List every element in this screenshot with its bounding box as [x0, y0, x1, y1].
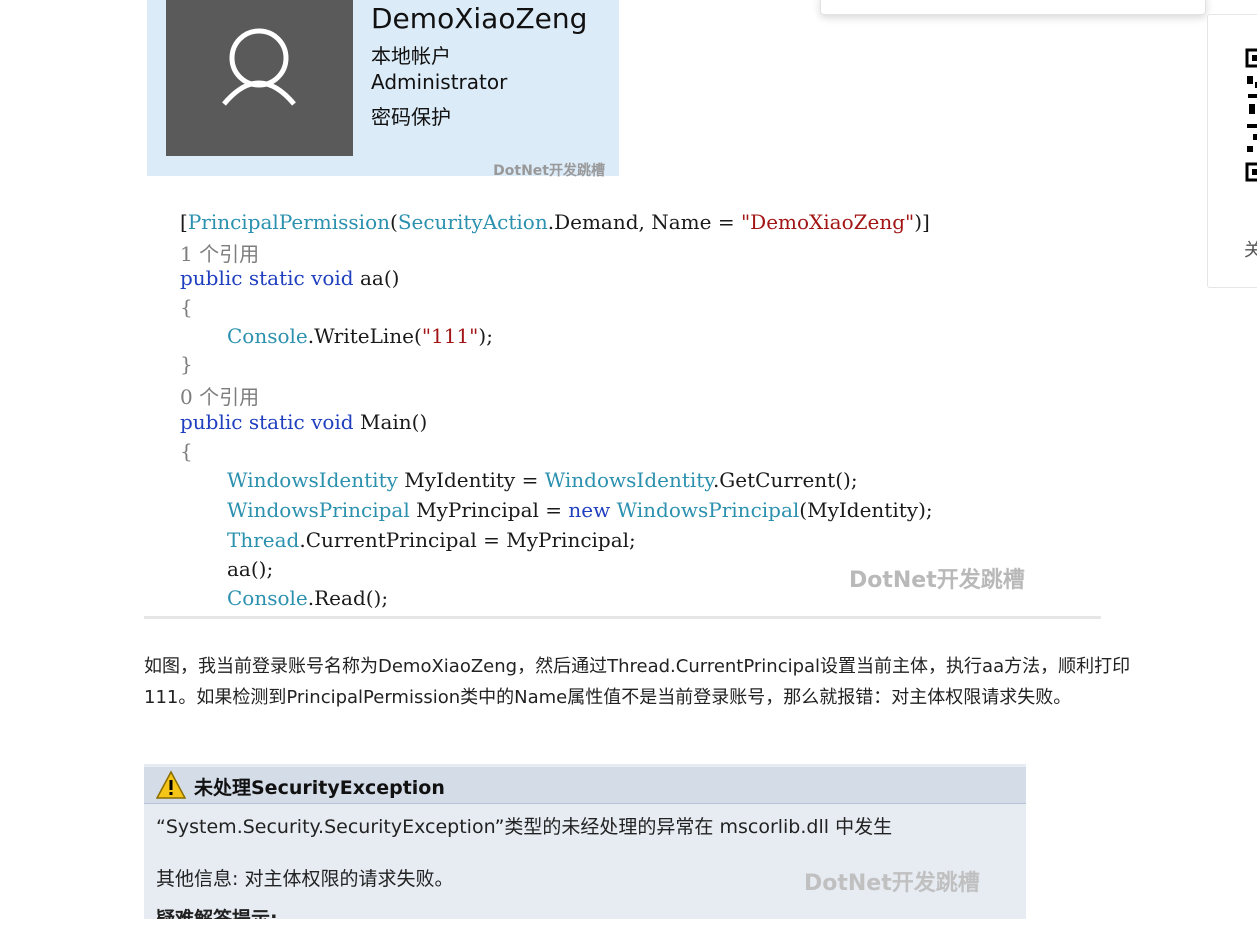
- code-method-main: public static void Main(): [180, 410, 428, 434]
- code-screenshot: [PrincipalPermission(SecurityAction.Dema…: [144, 196, 1101, 619]
- sidebar-text: 关: [1244, 240, 1257, 261]
- qr-code-icon: [1245, 48, 1257, 182]
- code-identity-line: WindowsIdentity MyIdentity = WindowsIden…: [227, 468, 858, 492]
- code-method-aa: public static void aa(): [180, 266, 400, 290]
- account-name: DemoXiaoZeng: [371, 2, 588, 35]
- code-brace: {: [180, 295, 193, 319]
- code-call-aa: aa();: [227, 557, 274, 581]
- code-writeline: Console.WriteLine("111");: [227, 324, 493, 348]
- exception-tips-heading: 疑难解答提示:: [156, 908, 278, 919]
- code-attribute-line: [PrincipalPermission(SecurityAction.Dema…: [180, 210, 930, 234]
- account-card-image: DemoXiaoZeng 本地帐户 Administrator 密码保护 Dot…: [147, 0, 619, 179]
- warning-icon: [156, 770, 186, 799]
- avatar: [166, 0, 353, 156]
- watermark: DotNet开发跳槽: [849, 568, 1025, 593]
- watermark: DotNet开发跳槽: [804, 871, 980, 896]
- code-brace: {: [180, 439, 193, 463]
- watermark: DotNet开发跳槽: [493, 163, 605, 179]
- code-ref-count: 1 个引用: [180, 242, 260, 266]
- exception-info: 其他信息: 对主体权限的请求失败。: [156, 868, 454, 890]
- code-thread-line: Thread.CurrentPrincipal = MyPrincipal;: [227, 528, 636, 552]
- exception-title: 未处理SecurityException: [194, 777, 445, 799]
- account-role: Administrator: [371, 70, 508, 94]
- code-principal-line: WindowsPrincipal MyPrincipal = new Windo…: [227, 498, 933, 522]
- code-ref-count: 0 个引用: [180, 385, 260, 409]
- exception-header: 未处理SecurityException: [144, 767, 1026, 804]
- code-brace: }: [180, 352, 193, 376]
- code-read-line: Console.Read();: [227, 586, 389, 610]
- article-paragraph: 如图，我当前登录账号名称为DemoXiaoZeng，然后通过Thread.Cur…: [144, 656, 1131, 708]
- exception-dialog-image: 未处理SecurityException “System.Security.Se…: [144, 764, 1026, 919]
- notification-popup: [820, 0, 1206, 15]
- account-security: 密码保护: [371, 105, 451, 129]
- exception-message: “System.Security.SecurityException”类型的未经…: [156, 816, 893, 838]
- account-type: 本地帐户: [371, 44, 451, 68]
- user-icon: [222, 28, 296, 106]
